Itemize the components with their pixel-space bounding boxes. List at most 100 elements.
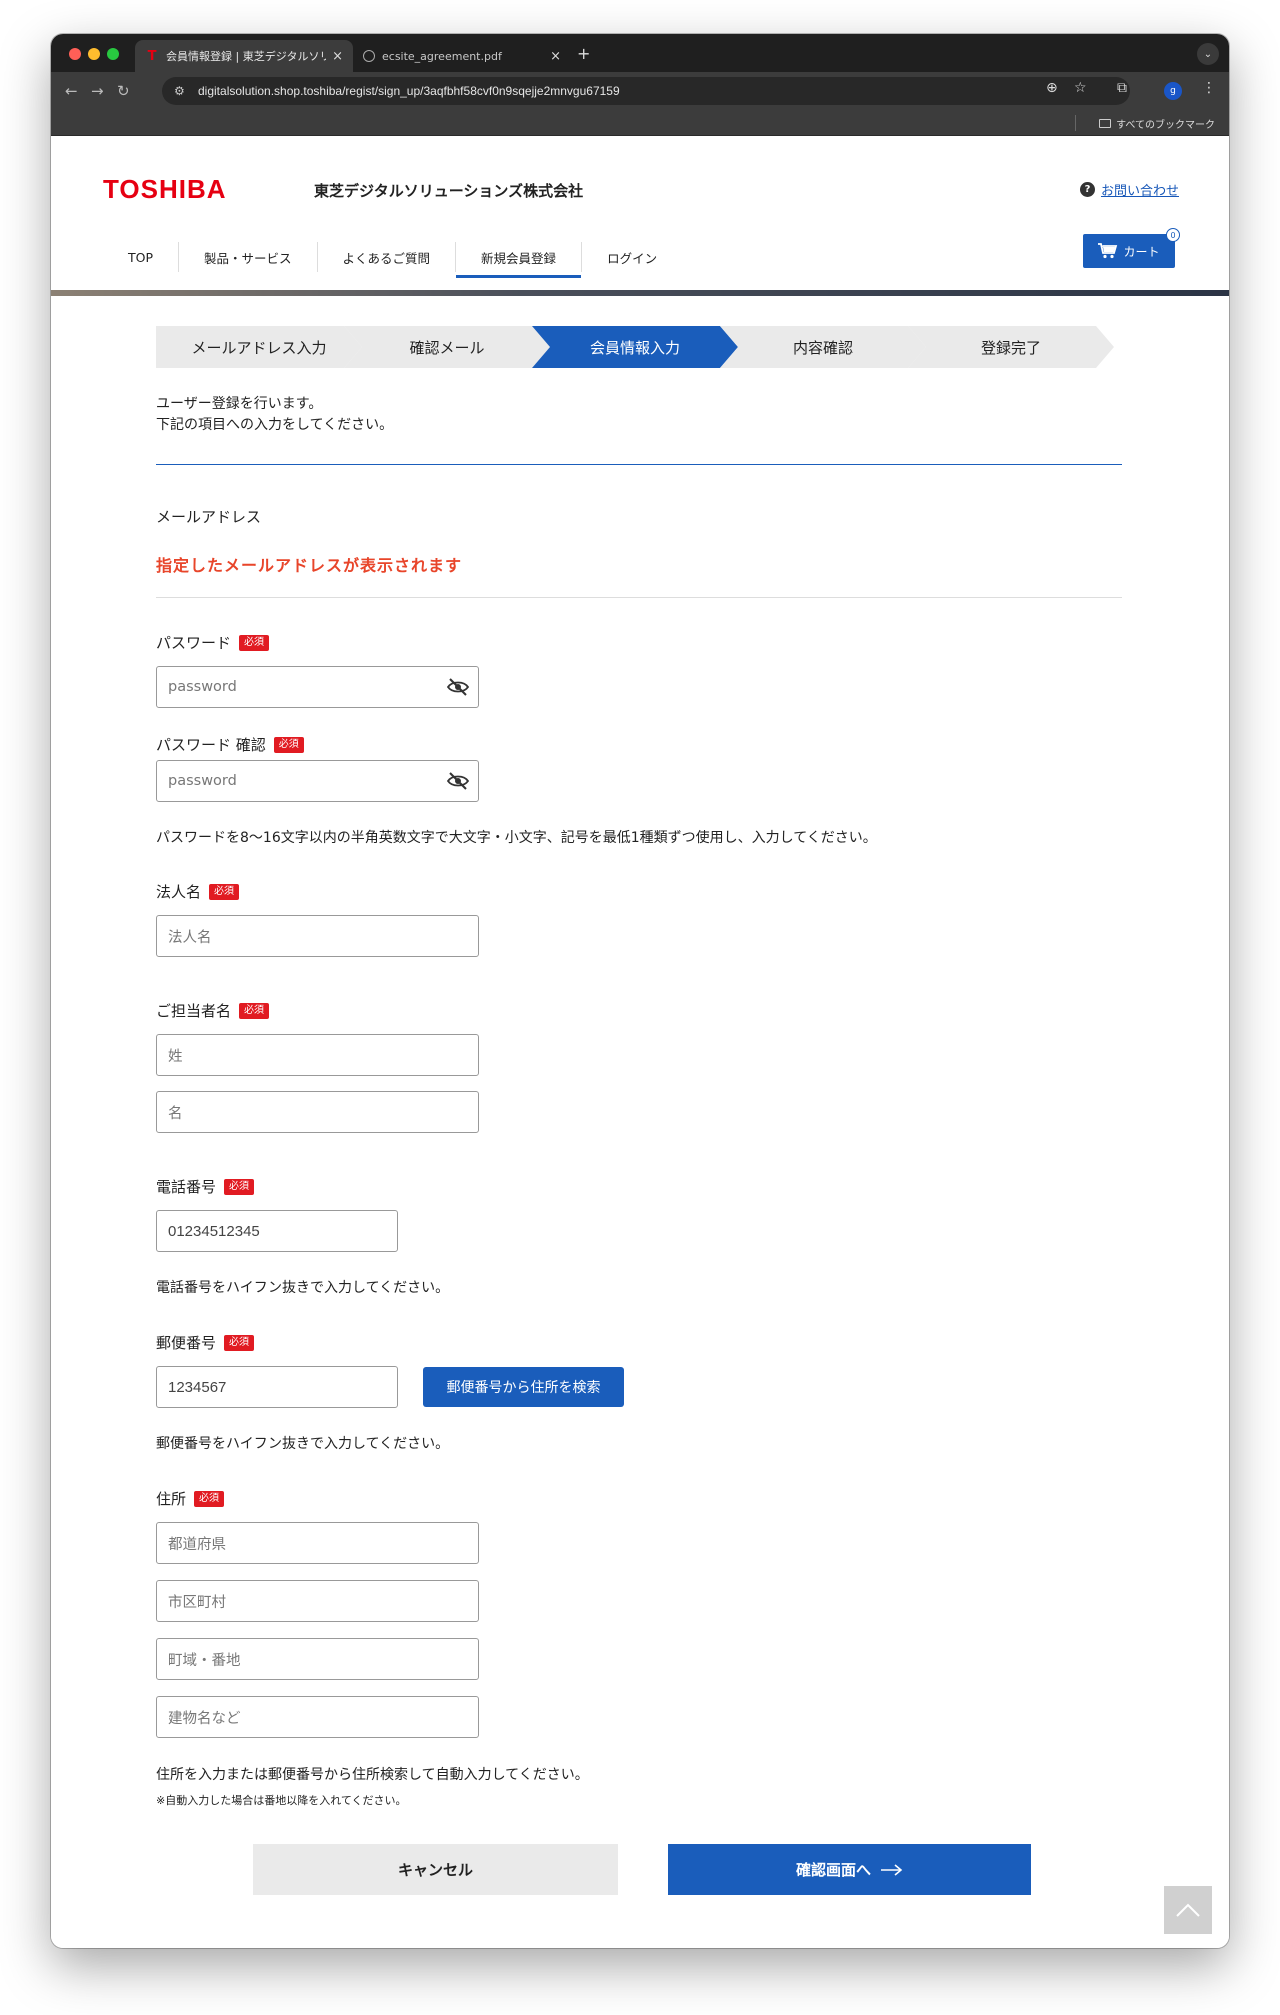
password-label: パスワード 必須: [156, 632, 270, 653]
close-tab-icon[interactable]: ×: [332, 49, 343, 64]
bookmark-star-icon[interactable]: ☆: [1074, 80, 1087, 96]
more-menu-icon[interactable]: ⋮: [1202, 80, 1216, 96]
profile-avatar[interactable]: g: [1164, 82, 1182, 100]
close-tab-icon[interactable]: ×: [550, 49, 561, 64]
password-help: パスワードを8〜16文字以内の半角英数文字で大文字・小文字、記号を最低1種類ずつ…: [156, 830, 877, 846]
password-label-text: パスワード: [156, 634, 232, 652]
close-window-button[interactable]: [69, 48, 81, 60]
step-confirmation-email: 確認メール: [344, 326, 550, 368]
contact-link[interactable]: ? お問い合わせ: [1079, 180, 1179, 199]
zip-search-button[interactable]: 郵便番号から住所を検索: [423, 1367, 624, 1407]
site-settings-icon[interactable]: ⚙: [174, 84, 185, 98]
bookmarks-bar: すべてのブックマーク: [51, 110, 1229, 136]
nav-faq[interactable]: よくあるご質問: [318, 242, 457, 272]
email-label: メールアドレス: [156, 506, 261, 527]
password-confirm-placeholder: password: [168, 773, 237, 789]
street-placeholder: 町域・番地: [168, 1652, 241, 1669]
city-input[interactable]: 市区町村: [156, 1580, 479, 1622]
site-header: TOSHIBA 東芝デジタルソリューションズ株式会社 ? お問い合わせ TOP …: [51, 136, 1229, 296]
chevron-up-icon: [1176, 1903, 1200, 1917]
bookmarks-divider: [1075, 115, 1076, 131]
company-input[interactable]: 法人名: [156, 915, 479, 957]
toshiba-logo[interactable]: TOSHIBA: [103, 174, 227, 205]
scroll-to-top-button[interactable]: [1164, 1886, 1212, 1934]
intro-line-2: 下記の項目への入力をしてください。: [156, 417, 394, 433]
section-divider: [156, 464, 1122, 465]
required-badge: 必須: [194, 1490, 225, 1507]
prefecture-placeholder: 都道府県: [168, 1536, 226, 1553]
first-name-input[interactable]: 名: [156, 1091, 479, 1133]
confirm-button-label: 確認画面へ: [795, 1861, 871, 1879]
phone-input[interactable]: 01234512345: [156, 1210, 398, 1252]
eye-slash-icon[interactable]: [447, 678, 469, 696]
last-name-placeholder: 姓: [168, 1048, 183, 1065]
browser-toolbar: ← → ↻ ⚙ digitalsolution.shop.toshiba/reg…: [51, 72, 1229, 110]
tab-agreement-pdf[interactable]: ecsite_agreement.pdf ×: [353, 40, 571, 72]
password-confirm-input[interactable]: password: [156, 760, 479, 802]
company-placeholder: 法人名: [168, 929, 212, 946]
back-icon[interactable]: ←: [65, 82, 78, 100]
zip-label-text: 郵便番号: [156, 1334, 217, 1352]
zip-value: 1234567: [168, 1378, 227, 1396]
email-label-text: メールアドレス: [156, 508, 262, 526]
forward-icon[interactable]: →: [91, 82, 104, 100]
zip-input[interactable]: 1234567: [156, 1366, 398, 1408]
hero-image-strip: [51, 290, 1229, 296]
prefecture-input[interactable]: 都道府県: [156, 1522, 479, 1564]
nav-login[interactable]: ログイン: [582, 242, 682, 272]
required-badge: 必須: [239, 634, 270, 651]
registration-stepper: メールアドレス入力 確認メール 会員情報入力 内容確認 登録完了: [156, 326, 1116, 368]
intro-text: ユーザー登録を行います。 下記の項目への入力をしてください。: [156, 394, 393, 436]
step-complete: 登録完了: [908, 326, 1114, 368]
folder-icon: [1099, 119, 1112, 128]
arrow-right-icon: [881, 1863, 903, 1876]
globe-icon: [363, 50, 375, 62]
required-badge: 必須: [224, 1178, 255, 1195]
browser-window: T 会員情報登録 | 東芝デジタルソリ × ecsite_agreement.p…: [51, 34, 1229, 1948]
cancel-button[interactable]: キャンセル: [253, 1844, 618, 1895]
building-placeholder: 建物名など: [168, 1710, 241, 1727]
toshiba-t-icon: T: [147, 48, 157, 64]
street-input[interactable]: 町域・番地: [156, 1638, 479, 1680]
zip-label: 郵便番号 必須: [156, 1332, 255, 1353]
global-nav: TOP 製品・サービス よくあるご質問 新規会員登録 ログイン: [103, 238, 682, 278]
nav-products[interactable]: 製品・サービス: [179, 242, 318, 272]
reload-icon[interactable]: ↻: [117, 82, 130, 100]
tab-search-button[interactable]: ⌄: [1197, 43, 1219, 65]
tab-strip: T 会員情報登録 | 東芝デジタルソリ × ecsite_agreement.p…: [51, 34, 1229, 72]
email-divider: [156, 597, 1122, 598]
required-badge: 必須: [239, 1002, 270, 1019]
company-label: 法人名 必須: [156, 881, 240, 902]
cart-button[interactable]: カート 0: [1083, 228, 1180, 268]
tab-registration[interactable]: T 会員情報登録 | 東芝デジタルソリ ×: [135, 40, 353, 72]
required-badge: 必須: [224, 1334, 255, 1351]
password-confirm-label-text: パスワード 確認: [156, 736, 266, 754]
building-input[interactable]: 建物名など: [156, 1696, 479, 1738]
intro-line-1: ユーザー登録を行います。: [156, 396, 323, 412]
nav-top[interactable]: TOP: [103, 242, 180, 272]
contact-link-text[interactable]: お問い合わせ: [1101, 180, 1179, 199]
eye-slash-icon[interactable]: [447, 772, 469, 790]
company-name: 東芝デジタルソリューションズ株式会社: [314, 182, 584, 200]
person-label-text: ご担当者名: [156, 1002, 232, 1020]
required-badge: 必須: [273, 736, 304, 753]
confirm-button[interactable]: 確認画面へ: [668, 1844, 1031, 1895]
zoom-icon[interactable]: ⊕: [1046, 80, 1058, 96]
last-name-input[interactable]: 姓: [156, 1034, 479, 1076]
step-member-info: 会員情報入力: [532, 326, 738, 368]
new-tab-button[interactable]: +: [577, 44, 590, 63]
cart-icon: [1098, 243, 1118, 259]
address-note: ※自動入力した場合は番地以降を入れてください。: [156, 1794, 407, 1807]
password-input[interactable]: password: [156, 666, 479, 708]
address-bar[interactable]: ⚙ digitalsolution.shop.toshiba/regist/si…: [162, 77, 1130, 105]
all-bookmarks-button[interactable]: すべてのブックマーク: [1099, 116, 1215, 131]
minimize-window-button[interactable]: [88, 48, 100, 60]
maximize-window-button[interactable]: [107, 48, 119, 60]
city-placeholder: 市区町村: [168, 1594, 226, 1611]
required-badge: 必須: [209, 883, 240, 900]
step-review: 内容確認: [720, 326, 926, 368]
nav-register[interactable]: 新規会員登録: [456, 242, 583, 278]
cart-label: カート: [1123, 244, 1160, 259]
extensions-icon[interactable]: ⧉: [1117, 80, 1127, 96]
all-bookmarks-label: すべてのブックマーク: [1116, 120, 1215, 131]
